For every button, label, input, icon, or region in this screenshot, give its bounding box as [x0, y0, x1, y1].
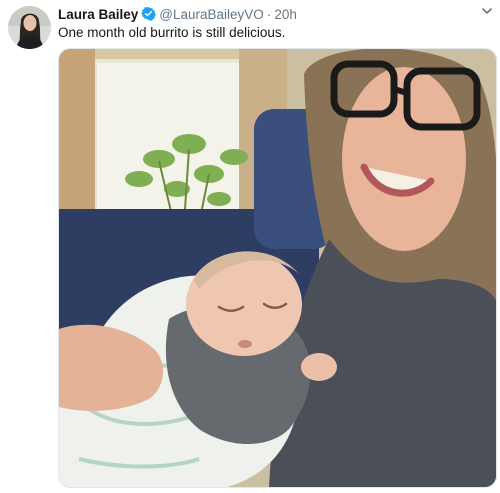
- verified-badge-icon: [141, 6, 157, 21]
- separator: ·: [266, 7, 272, 22]
- tweet-text: One month old burrito is still delicious…: [58, 25, 286, 40]
- handle[interactable]: @LauraBaileyVO: [159, 7, 264, 22]
- chevron-down-icon[interactable]: [480, 4, 494, 18]
- display-name[interactable]: Laura Bailey: [58, 7, 138, 22]
- tweet-photo[interactable]: [58, 48, 497, 488]
- tweet-header: Laura Bailey @LauraBaileyVO · 20h: [58, 5, 297, 25]
- avatar[interactable]: [8, 6, 51, 49]
- tweet[interactable]: Laura Bailey @LauraBaileyVO · 20h One month…: [0, 0, 500, 493]
- timestamp[interactable]: 20h: [274, 7, 297, 22]
